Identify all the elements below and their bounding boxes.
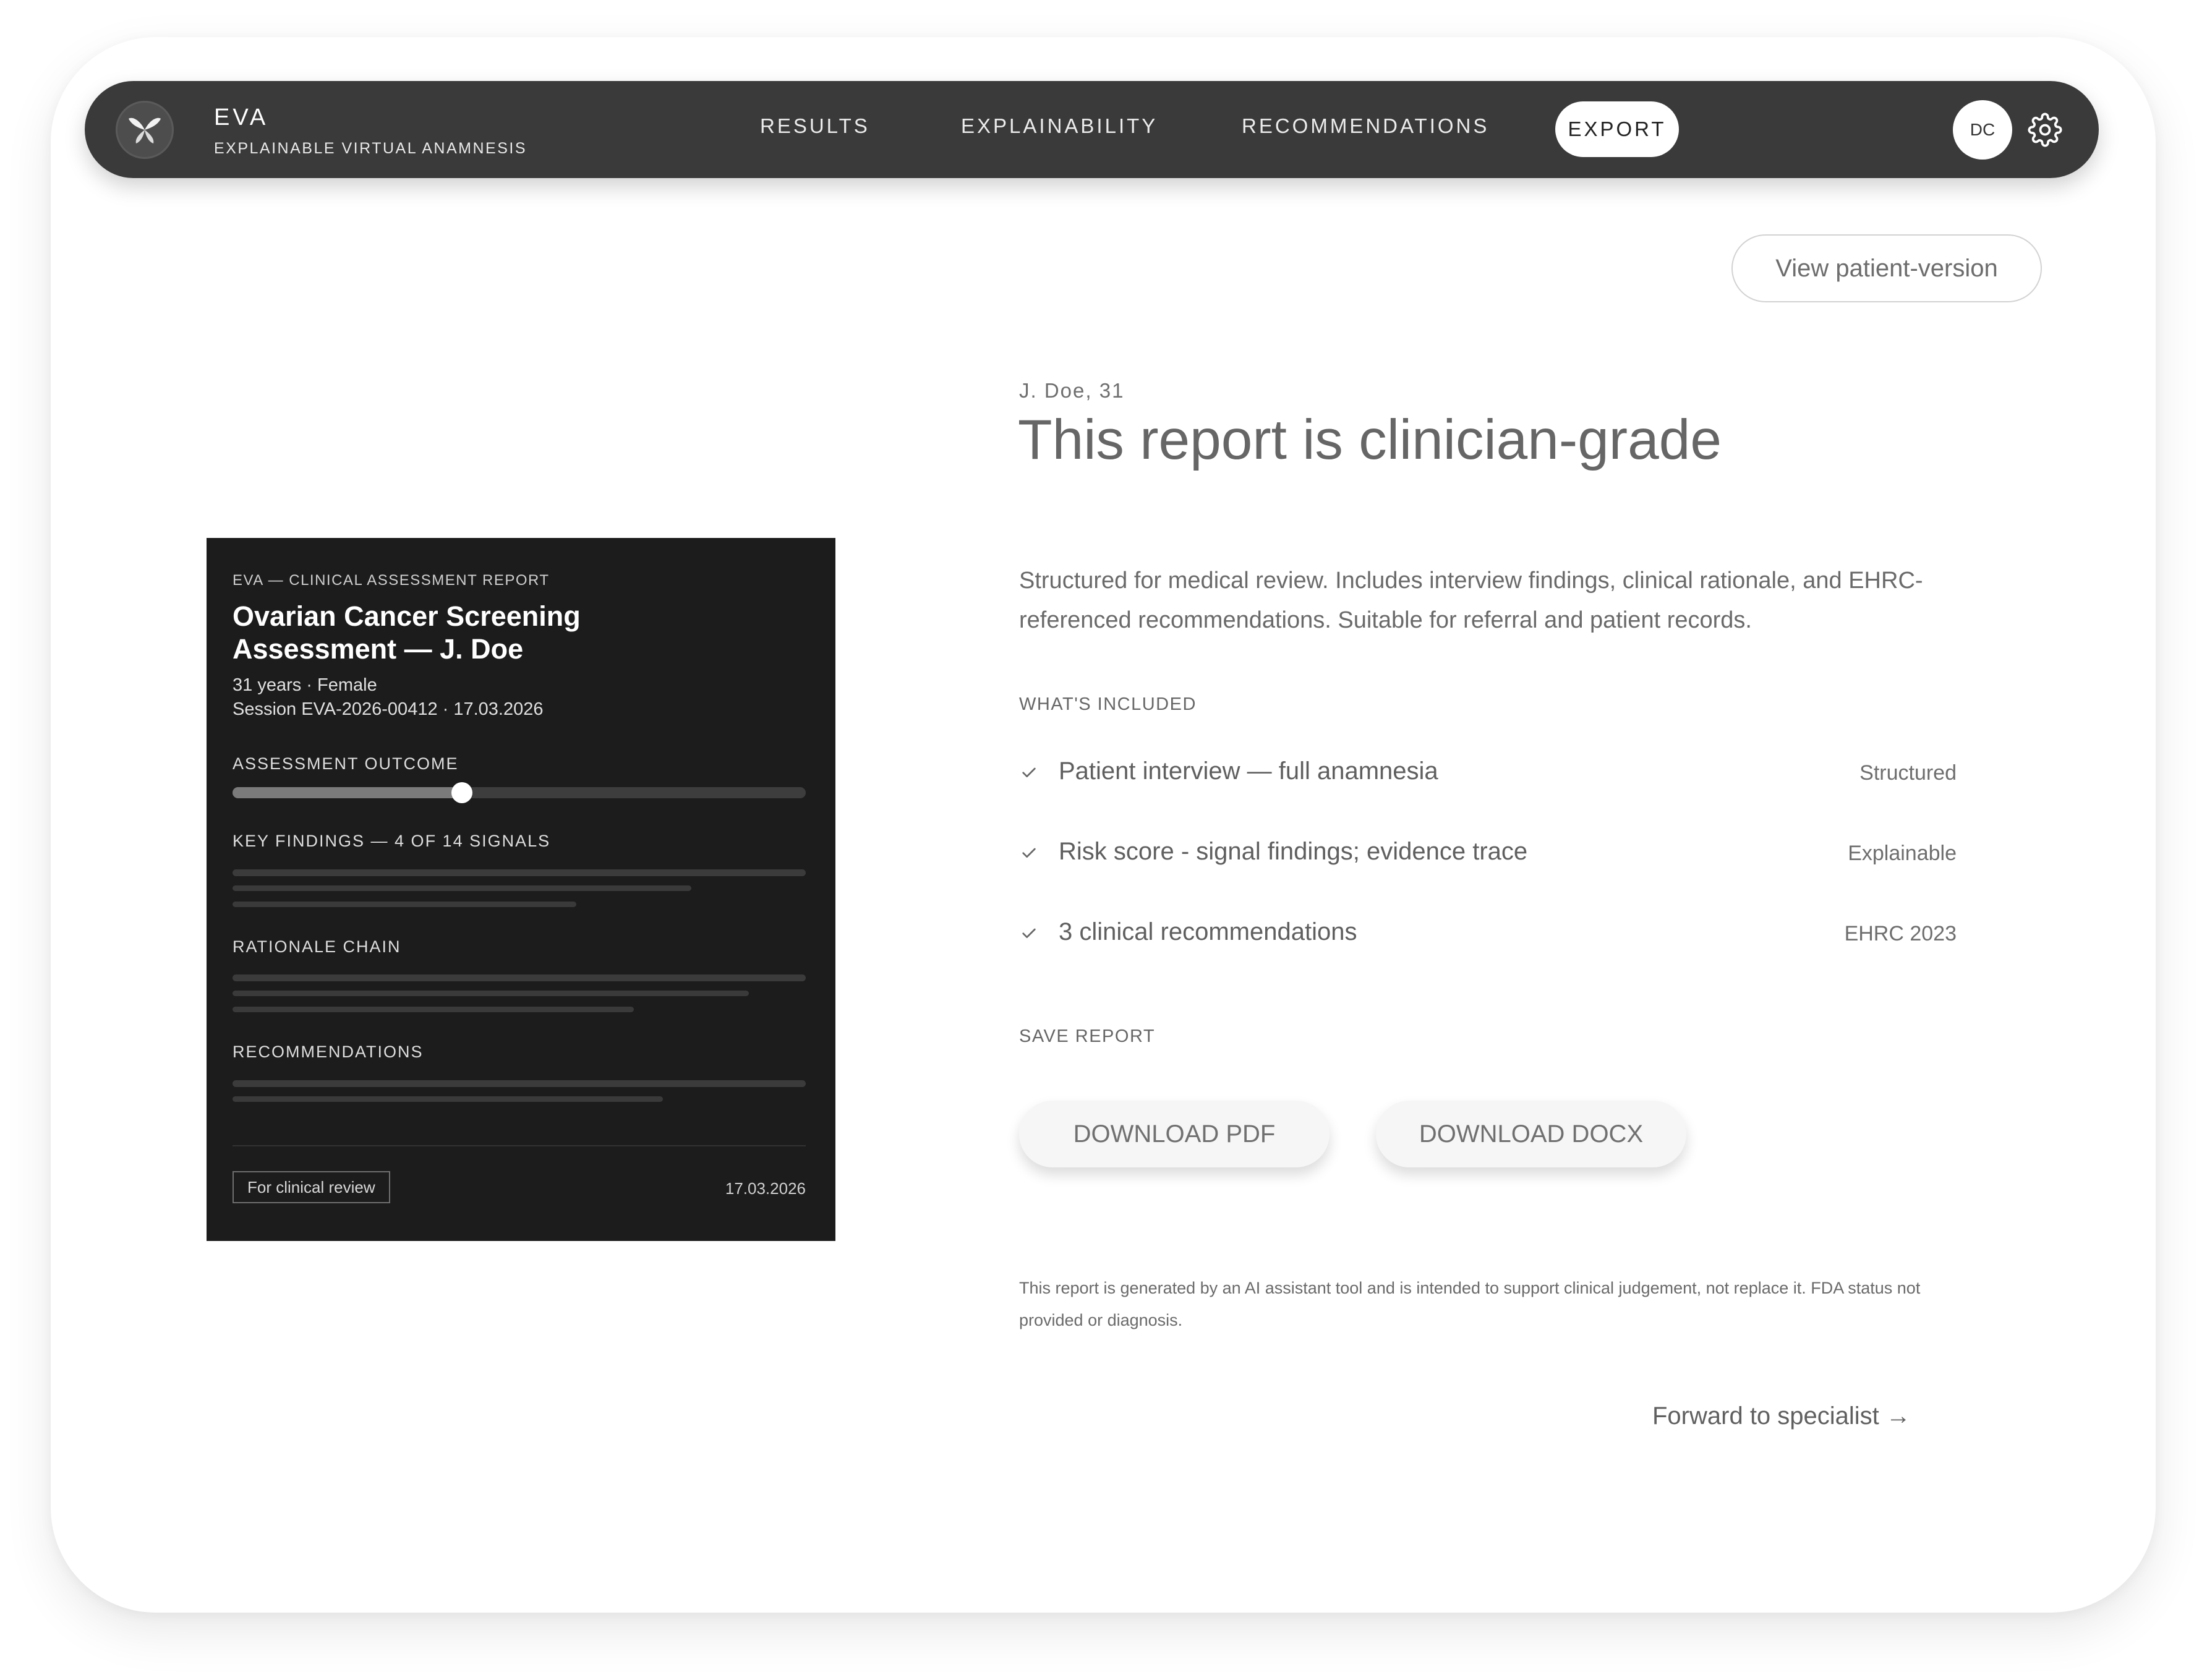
report-date: 17.03.2026 (725, 1179, 806, 1198)
included-item: Patient interview — full anamnesia Struc… (1019, 754, 1957, 791)
patient-name: J. Doe, 31 (1019, 379, 1125, 402)
included-item-tag: Explainable (1848, 842, 1957, 865)
placeholder-line (233, 1007, 634, 1012)
recommendations-label: RECOMMENDATIONS (233, 1043, 424, 1061)
placeholder-line (233, 1080, 806, 1087)
report-title: Ovarian Cancer Screening Assessment — J.… (233, 600, 581, 665)
outcome-fill (233, 787, 462, 798)
clinical-review-tag: For clinical review (233, 1171, 390, 1203)
included-label: WHAT'S INCLUDED (1019, 694, 1197, 714)
disclaimer: This report is generated by an AI assist… (1019, 1279, 1921, 1329)
included-item-tag: Structured (1859, 761, 1957, 785)
placeholder-line (233, 1096, 663, 1102)
placeholder-line (233, 991, 749, 996)
gear-icon[interactable] (2028, 113, 2062, 147)
report-description: Structured for medical review. Includes … (1019, 568, 1923, 633)
tab-recommendations[interactable]: RECOMMENDATIONS (1242, 114, 1489, 138)
check-icon (1022, 928, 1036, 938)
included-item-text: Risk score - signal findings; evidence t… (1059, 838, 1528, 865)
forward-to-specialist-link[interactable]: Forward to specialist → (1652, 1402, 1911, 1430)
report-patient-meta: 31 years · Female (233, 675, 377, 695)
tab-results[interactable]: RESULTS (760, 114, 870, 138)
included-item-tag: EHRC 2023 (1844, 922, 1957, 945)
page-title: This report is clinician-grade (1018, 409, 1722, 471)
download-pdf-button[interactable]: DOWNLOAD PDF (1019, 1101, 1330, 1167)
tab-explainability[interactable]: EXPLAINABILITY (961, 114, 1158, 138)
findings-label: KEY FINDINGS — 4 OF 14 SIGNALS (233, 832, 551, 850)
report-preview: EVA — CLINICAL ASSESSMENT REPORT Ovarian… (207, 538, 835, 1241)
placeholder-line (233, 885, 691, 891)
save-report-label: SAVE REPORT (1019, 1026, 1156, 1046)
included-item: Risk score - signal findings; evidence t… (1019, 834, 1957, 871)
included-item: 3 clinical recommendations EHRC 2023 (1019, 915, 1957, 952)
download-docx-button[interactable]: DOWNLOAD DOCX (1376, 1101, 1686, 1167)
included-item-text: Patient interview — full anamnesia (1059, 757, 1438, 785)
outcome-label: ASSESSMENT OUTCOME (233, 754, 459, 773)
report-session-meta: Session EVA-2026-00412 · 17.03.2026 (233, 699, 544, 719)
outcome-knob (451, 782, 472, 803)
check-icon (1022, 767, 1036, 777)
included-item-text: 3 clinical recommendations (1059, 918, 1357, 945)
rationale-label: RATIONALE CHAIN (233, 937, 401, 956)
top-nav-bar: EVA EXPLAINABLE VIRTUAL ANAMNESIS RESULT… (85, 81, 2099, 178)
placeholder-line (233, 974, 806, 981)
app-name: EVA (214, 104, 269, 130)
app-subtitle: EXPLAINABLE VIRTUAL ANAMNESIS (214, 140, 527, 157)
check-icon (1022, 848, 1036, 858)
tab-export[interactable]: EXPORT (1555, 101, 1679, 157)
avatar[interactable]: DC (1953, 100, 2012, 160)
outcome-track (233, 782, 806, 803)
report-kicker: EVA — CLINICAL ASSESSMENT REPORT (233, 572, 550, 589)
placeholder-line (233, 902, 576, 907)
placeholder-line (233, 869, 806, 876)
divider (233, 1145, 806, 1146)
view-patient-version-button[interactable]: View patient-version (1731, 234, 2042, 302)
butterfly-logo-icon[interactable] (116, 101, 174, 159)
